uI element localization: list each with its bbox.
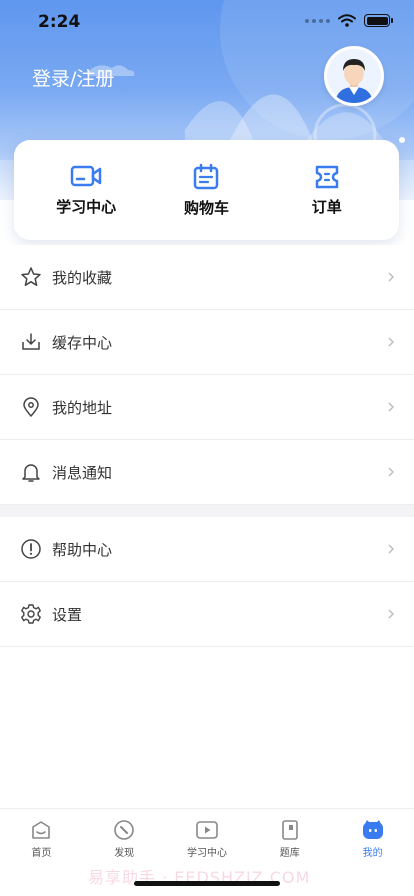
tab-label: 题库 — [279, 848, 300, 859]
tab-label: 我的 — [362, 848, 383, 859]
quick-actions-card: 学习中心 购物车 订单 — [14, 140, 399, 240]
quick-action-label: 购物车 — [183, 198, 229, 217]
user-avatar-icon — [327, 49, 381, 103]
gear-icon — [20, 603, 42, 625]
tab-study-center[interactable]: 学习中心 — [172, 809, 242, 864]
chevron-right-icon — [388, 544, 394, 554]
tab-mine[interactable]: 我的 — [338, 809, 408, 864]
star-icon — [20, 266, 42, 288]
chevron-right-icon — [388, 402, 394, 412]
menu-item-downloads[interactable]: 缓存中心 — [0, 310, 414, 375]
menu-item-label: 消息通知 — [52, 463, 113, 482]
tab-home[interactable]: 首页 — [6, 809, 76, 864]
menu-item-favorites[interactable]: 我的收藏 — [0, 245, 414, 310]
menu-item-label: 我的收藏 — [52, 268, 113, 287]
chevron-right-icon — [388, 337, 394, 347]
quick-action-label: 学习中心 — [56, 197, 117, 216]
tab-label: 发现 — [114, 848, 135, 859]
home-indicator — [134, 881, 280, 886]
download-icon — [20, 331, 42, 353]
section-divider — [0, 505, 414, 517]
signal-icon — [305, 18, 330, 23]
menu-item-label: 设置 — [52, 605, 83, 624]
login-register-link[interactable]: 登录/注册 — [32, 64, 114, 91]
chevron-right-icon — [388, 272, 394, 282]
quick-action-cart[interactable]: 购物车 — [156, 163, 256, 218]
menu-item-notifications[interactable]: 消息通知 — [0, 440, 414, 505]
quick-action-label: 订单 — [311, 197, 342, 216]
menu-item-address[interactable]: 我的地址 — [0, 375, 414, 440]
battery-icon — [364, 14, 393, 27]
tab-label: 首页 — [31, 848, 52, 859]
tab-label: 学习中心 — [186, 848, 227, 859]
profile-face-icon — [362, 820, 383, 839]
menu-item-label: 帮助中心 — [52, 540, 113, 559]
menu-list: 我的收藏 缓存中心 我的地址 消息通知 帮助中心 设置 — [0, 245, 414, 647]
menu-item-label: 缓存中心 — [52, 333, 113, 352]
play-icon — [196, 821, 218, 839]
info-circle-icon — [20, 538, 42, 560]
menu-item-label: 我的地址 — [52, 398, 113, 417]
ticket-icon — [315, 165, 339, 188]
tab-question-bank[interactable]: 题库 — [255, 809, 325, 864]
bottom-tab-bar: 首页 发现 学习中心 题库 我的 — [0, 808, 414, 864]
menu-item-settings[interactable]: 设置 — [0, 582, 414, 647]
wifi-icon — [338, 14, 356, 27]
bell-icon — [20, 461, 42, 483]
quick-action-study-center[interactable]: 学习中心 — [36, 164, 136, 217]
menu-item-help[interactable]: 帮助中心 — [0, 517, 414, 582]
avatar[interactable] — [324, 46, 384, 106]
home-icon — [32, 821, 51, 839]
location-pin-icon — [20, 396, 42, 418]
status-bar: 2:24 — [0, 0, 414, 44]
status-time: 2:24 — [38, 12, 81, 32]
tab-discover[interactable]: 发现 — [89, 809, 159, 864]
video-camera-icon — [70, 165, 102, 186]
chevron-right-icon — [388, 467, 394, 477]
calendar-cart-icon — [194, 163, 219, 189]
chevron-right-icon — [388, 609, 394, 619]
book-icon — [281, 820, 298, 840]
compass-icon — [114, 820, 134, 840]
quick-action-orders[interactable]: 订单 — [277, 164, 377, 217]
